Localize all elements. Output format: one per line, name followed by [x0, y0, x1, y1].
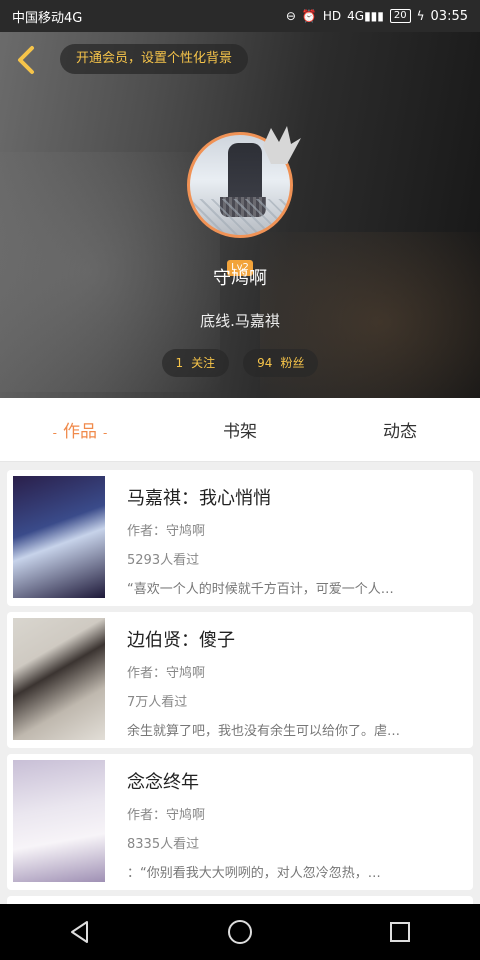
clock: 03:55 [430, 8, 468, 24]
square-recents-icon [390, 922, 410, 942]
profile-header: 开通会员，设置个性化背景 Lv2 守鸠啊 底线.马嘉祺 1 关注 94 粉丝 [0, 32, 480, 398]
work-author: 作者：守鸠啊 [127, 808, 206, 823]
chevron-left-icon [18, 46, 34, 74]
work-excerpt: ：“你别看我大大咧咧的，对人忽冷忽热，… [127, 866, 381, 881]
following-button[interactable]: 1 关注 [161, 349, 230, 377]
carrier-label: 中国移动4G [12, 10, 83, 26]
network-label: 4G [347, 9, 365, 23]
work-title: 边伯贤：傻子 [127, 630, 235, 651]
triangle-back-icon [71, 921, 88, 943]
crown-icon [263, 126, 301, 164]
work-author: 作者：守鸠啊 [127, 666, 206, 681]
tab-bookshelf[interactable]: 书架 [160, 417, 320, 442]
nav-back-button[interactable] [50, 904, 110, 960]
following-count: 1 [175, 356, 184, 370]
avatar[interactable] [187, 126, 301, 240]
followers-count: 94 [257, 356, 273, 370]
tab-works[interactable]: - 作品 - [0, 417, 160, 442]
username: 守鸠啊 [213, 268, 267, 289]
charging-icon: ϟ [416, 9, 425, 23]
back-button[interactable] [10, 42, 42, 78]
work-card[interactable]: 念念终年 作者：守鸠啊 8335人看过 ：“你别看我大大咧咧的，对人忽冷忽热，… [7, 754, 473, 890]
work-author: 作者：守鸠啊 [127, 524, 206, 539]
tab-indicator-right: - [103, 426, 108, 440]
circle-home-icon [228, 920, 252, 944]
work-title: 念念终年 [127, 772, 199, 793]
work-card[interactable]: 马嘉祺：我心悄悄 作者：守鸠啊 5293人看过 “喜欢一个人的时候就千方百计，可… [7, 470, 473, 606]
nav-recents-button[interactable] [370, 904, 430, 960]
tab-indicator-left: - [52, 426, 57, 440]
work-excerpt: “喜欢一个人的时候就千方百计，可爱一个人… [127, 582, 394, 597]
followers-button[interactable]: 94 粉丝 [243, 349, 319, 377]
work-views: 7万人看过 [127, 695, 188, 710]
work-cover [13, 618, 105, 740]
stats: 1 关注 94 粉丝 [0, 349, 480, 377]
following-label: 关注 [191, 356, 216, 370]
navigation-bar [0, 904, 480, 960]
signal-icon: 4G▮▮▮ [347, 9, 384, 23]
followers-label: 粉丝 [280, 356, 305, 370]
work-views: 8335人看过 [127, 837, 200, 852]
vip-background-button[interactable]: 开通会员，设置个性化背景 [60, 44, 249, 74]
status-icons: ⊖ ⏰ HD 4G▮▮▮ 20 ϟ 03:55 [286, 9, 468, 24]
work-views: 5293人看过 [127, 553, 200, 568]
tab-activity[interactable]: 动态 [320, 417, 480, 442]
work-cover [13, 476, 105, 598]
hd-icon: HD [322, 9, 342, 23]
dnd-icon: ⊖ [285, 9, 296, 23]
tab-label: 动态 [383, 422, 417, 442]
work-card[interactable]: 边伯贤：傻子 作者：守鸠啊 7万人看过 余生就算了吧，我也没有余生可以给你了。虐… [7, 612, 473, 748]
profile-tabs: - 作品 - 书架 动态 [0, 398, 480, 462]
battery-icon: 20 [389, 9, 411, 23]
alarm-icon: ⏰ [301, 9, 317, 23]
nav-home-button[interactable] [210, 904, 270, 960]
work-excerpt: 余生就算了吧，我也没有余生可以给你了。虐… [127, 724, 401, 739]
status-bar: 中国移动4G ⊖ ⏰ HD 4G▮▮▮ 20 ϟ 03:55 [0, 0, 480, 32]
tab-label: 书架 [223, 422, 257, 442]
work-title: 马嘉祺：我心悄悄 [127, 488, 271, 509]
tab-label: 作品 [63, 422, 97, 442]
work-cover [13, 760, 105, 882]
bio: 底线.马嘉祺 [200, 312, 280, 330]
